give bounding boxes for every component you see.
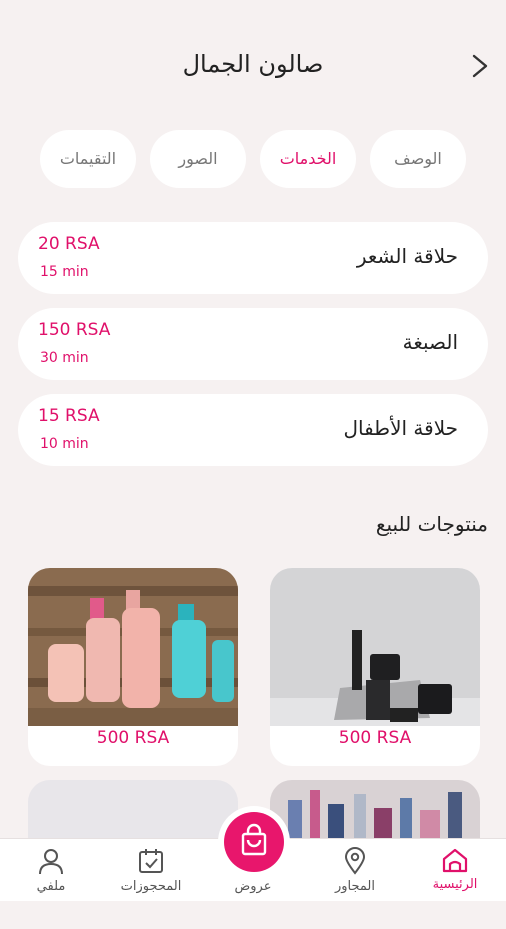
nav-nearby-label: المجاور	[335, 879, 375, 894]
products-section-title: منتوجات للبيع	[375, 512, 488, 536]
shopping-bag-icon	[241, 823, 267, 856]
tab-reviews[interactable]: التقيمات	[40, 130, 136, 188]
offers-fab-button[interactable]	[224, 812, 284, 872]
nav-bookings-label: المحجوزات	[120, 879, 182, 894]
service-row[interactable]: حلاقة الشعر 20 RSA 15 min	[18, 222, 488, 294]
tab-description[interactable]: الوصف	[370, 130, 466, 188]
calendar-check-icon	[139, 849, 163, 873]
product-price: 500 RSA	[338, 728, 412, 748]
app-header: صالون الجمال	[0, 0, 506, 110]
service-name: حلاقة الشعر	[356, 244, 458, 268]
nav-profile[interactable]: ملفي	[6, 843, 96, 899]
nav-profile-label: ملفي	[36, 879, 66, 894]
tab-services[interactable]: الخدمات	[260, 130, 356, 188]
home-icon	[442, 848, 468, 873]
service-duration: 15 min	[40, 264, 89, 280]
product-card-partial[interactable]	[28, 780, 238, 840]
chevron-right-icon[interactable]	[468, 52, 492, 80]
nav-offers-label: عروض	[234, 879, 272, 894]
nav-nearby[interactable]: المجاور	[310, 843, 400, 899]
service-duration: 30 min	[40, 350, 89, 366]
product-image	[28, 568, 238, 726]
product-card-partial[interactable]	[270, 780, 480, 840]
service-price: 150 RSA	[38, 320, 111, 340]
nav-home[interactable]: الرئيسية	[410, 843, 500, 899]
product-card[interactable]: 500 RSA	[270, 568, 480, 766]
nav-home-label: الرئيسية	[432, 877, 478, 892]
service-duration: 10 min	[40, 436, 89, 452]
tab-photos[interactable]: الصور	[150, 130, 246, 188]
nav-offers[interactable]: عروض	[208, 873, 298, 929]
page-title: صالون الجمال	[182, 50, 324, 78]
tab-bar: الوصف الخدمات الصور التقيمات	[0, 130, 506, 188]
service-price: 15 RSA	[38, 406, 100, 426]
product-image	[270, 568, 480, 726]
user-icon	[39, 849, 63, 875]
service-price: 20 RSA	[38, 234, 100, 254]
service-row[interactable]: الصبغة 150 RSA 30 min	[18, 308, 488, 380]
product-price: 500 RSA	[96, 728, 170, 748]
service-name: الصبغة	[402, 330, 458, 354]
service-row[interactable]: حلاقة الأطفال 15 RSA 10 min	[18, 394, 488, 466]
nav-bookings[interactable]: المحجوزات	[106, 843, 196, 899]
location-pin-icon	[344, 847, 366, 875]
service-name: حلاقة الأطفال	[343, 416, 458, 440]
product-card[interactable]: 500 RSA	[28, 568, 238, 766]
